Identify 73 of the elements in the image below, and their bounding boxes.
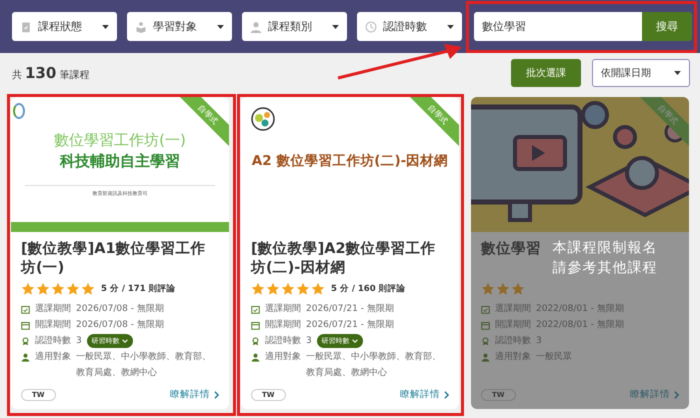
info-value: 一般民眾、中小學教師、教育部、教育局處、教網中心 [306,350,442,380]
details-link[interactable]: 瞭解詳情 [170,388,219,401]
info-value: 2026/07/21 - 無限期 [306,302,394,316]
award-icon [481,336,490,346]
info-label: 開課期間 [265,318,301,332]
info-label: 適用對象 [265,350,301,364]
logo-icon [13,103,25,119]
info-label: 開課期間 [35,318,71,332]
clock-icon [365,20,377,32]
course-title: [數位教學]A1數位學習工作坊(一) [21,240,207,278]
caret-icon [332,24,339,28]
info-label: 認證時數 [265,334,301,348]
chevron-icon [352,339,358,343]
chevron-icon [444,390,449,398]
info-value: 一般民眾、中小學教師、教育部、教育局處、教網中心 [76,350,212,380]
calendar-icon [21,320,30,330]
award-icon [21,336,30,346]
info-label: 認證時數 [495,334,531,348]
info-value: 2026/07/08 - 無限期 [76,302,164,316]
calendar-icon [481,320,490,330]
caret-icon [447,24,454,28]
caret-icon [674,71,681,75]
award-icon [251,336,260,346]
rating-text: 5 分 / 171 則評論 [101,283,176,295]
count-suffix: 筆課程 [59,68,90,82]
reader-icon [135,20,147,32]
banner-subtitle: 科技輔助自主學習 [60,152,180,171]
clipboard-icon [20,20,32,32]
details-link[interactable]: 瞭解詳情 [400,388,449,401]
chevron-icon [214,390,219,398]
filter-dropdown[interactable]: 學習對象 [127,12,232,41]
batch-select-button[interactable]: 批次選課 [511,59,581,87]
calendar-check-icon [251,304,260,314]
course-title: 數位學習 [481,240,541,259]
info-label: 適用對象 [495,350,531,364]
info-label: 認證時數 [35,334,71,348]
calendar-check-icon [21,304,30,314]
info-value: 2022/08/01 - 無限期 [536,302,624,316]
sort-dropdown[interactable]: 依開課日期 [592,59,690,87]
info-label: 選課期間 [265,302,301,316]
course-title: [數位教學]A2數位學習工作坊(二)-因材網 [251,240,437,278]
person-icon [250,20,262,32]
info-label: 適用對象 [35,350,71,364]
chevron-icon [122,339,128,343]
info-value: 2026/07/08 - 無限期 [76,318,164,332]
info-label: 選課期間 [495,302,531,316]
calendar-icon [251,320,260,330]
caret-icon [102,24,109,28]
person-icon [21,352,30,362]
filter-dropdown[interactable]: 課程類別 [242,12,347,41]
person-icon [251,352,260,362]
info-value: 2022/08/01 - 無限期 [536,318,624,332]
info-value: 3 [536,335,542,348]
filter-dropdown[interactable]: 認證時數 [357,12,462,41]
person-icon [481,352,490,362]
restriction-notice: 請參考其他課程 [552,259,658,277]
info-value: 3 [76,335,82,348]
caret-icon [217,24,224,28]
restriction-notice: 本課程限制報名 [552,239,658,257]
info-value: 3 [306,335,312,348]
info-value: 2026/07/21 - 無限期 [306,318,394,332]
course-count: 130 [25,64,56,82]
filter-dropdown[interactable]: 課程狀態 [12,12,117,41]
search-field[interactable]: 數位學習 [474,12,642,41]
search-button[interactable]: 搜尋 [642,12,692,41]
rating-text: 5 分 / 160 則評論 [331,283,406,295]
banner-title: 數位學習工作坊(一) [54,131,186,150]
calendar-check-icon [481,304,490,314]
thumbnail-title: A2 數位學習工作坊(二)-因材網 [252,152,448,170]
count-prefix: 共 [12,68,22,82]
info-label: 選課期間 [35,302,71,316]
info-label: 開課期間 [495,318,531,332]
chevron-icon [674,390,679,398]
